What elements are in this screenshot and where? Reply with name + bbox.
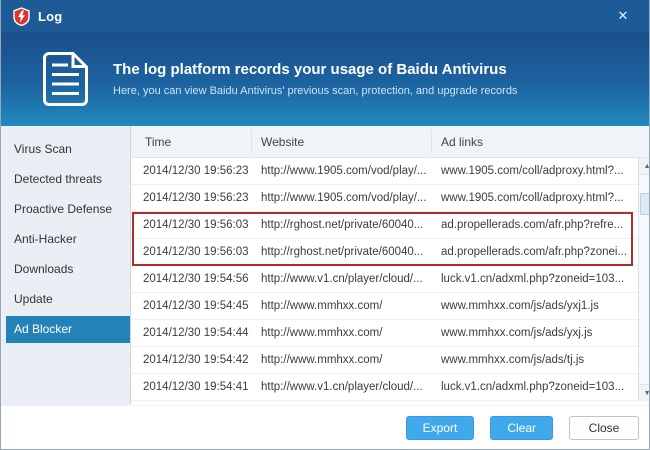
table-row[interactable]: 2014/12/30 19:54:42 http://www.mmhxx.com… — [131, 347, 649, 374]
cell-website: http://rghost.net/private/60040... — [261, 246, 424, 258]
sidebar-item-update[interactable]: Update — [6, 286, 130, 313]
banner-text: The log platform records your usage of B… — [113, 61, 517, 97]
column-separator — [251, 129, 252, 154]
close-icon[interactable]: ✕ — [611, 0, 635, 32]
cell-ad-link: www.1905.com/coll/adproxy.html?... — [441, 165, 624, 177]
sidebar-item-virus-scan[interactable]: Virus Scan — [6, 136, 130, 163]
column-header-time: Time — [145, 134, 172, 149]
table-row-highlighted[interactable]: 2014/12/30 19:56:03 http://rghost.net/pr… — [131, 239, 649, 266]
scroll-up-icon[interactable]: ▲ — [639, 158, 649, 175]
cell-ad-link: www.mmhxx.com/js/ads/tj.js — [441, 354, 585, 366]
baidu-shield-icon — [13, 6, 30, 26]
cell-website: http://www.mmhxx.com/ — [261, 300, 383, 312]
scrollbar-thumb[interactable] — [640, 193, 649, 215]
cell-website: http://www.mmhxx.com/ — [261, 327, 383, 339]
sidebar-item-downloads[interactable]: Downloads — [6, 256, 130, 283]
table-row[interactable]: 2014/12/30 19:54:56 http://www.v1.cn/pla… — [131, 266, 649, 293]
table-row[interactable]: 2014/12/30 19:54:45 http://www.mmhxx.com… — [131, 293, 649, 320]
cell-website: http://rghost.net/private/60040... — [261, 219, 424, 231]
cell-time: 2014/12/30 19:54:56 — [143, 273, 249, 285]
banner-title: The log platform records your usage of B… — [113, 61, 507, 78]
sidebar-item-label: Downloads — [14, 262, 74, 276]
sidebar-item-proactive-defense[interactable]: Proactive Defense — [6, 196, 130, 223]
window-title: Log — [38, 8, 63, 24]
banner-subtitle: Here, you can view Baidu Antivirus' prev… — [113, 85, 518, 97]
table-row-highlighted[interactable]: 2014/12/30 19:56:03 http://rghost.net/pr… — [131, 212, 649, 239]
column-header-website: Website — [261, 134, 305, 149]
cell-website: http://www.v1.cn/player/cloud/... — [261, 381, 423, 393]
cell-ad-link: ad.propellerads.com/afr.php?refre... — [441, 219, 624, 231]
cell-time: 2014/12/30 19:54:44 — [143, 327, 249, 339]
sidebar-item-label: Detected threats — [14, 172, 103, 186]
cell-time: 2014/12/30 19:56:03 — [143, 246, 249, 258]
sidebar-item-label: Virus Scan — [14, 142, 72, 156]
titlebar: Log ✕ — [1, 0, 649, 32]
sidebar: Virus Scan Detected threats Proactive De… — [1, 126, 131, 405]
cell-ad-link: www.mmhxx.com/js/ads/yxj1.js — [441, 300, 599, 312]
cell-time: 2014/12/30 19:56:23 — [143, 192, 249, 204]
sidebar-item-ad-blocker[interactable]: Ad Blocker — [6, 316, 130, 343]
log-table: Time Website Ad links 2014/12/30 19:56:2… — [131, 126, 649, 405]
sidebar-item-detected-threats[interactable]: Detected threats — [6, 166, 130, 193]
log-window: Log ✕ The log platform records your usag… — [0, 0, 650, 450]
close-button[interactable]: Close — [569, 416, 639, 440]
cell-time: 2014/12/30 19:54:45 — [143, 300, 249, 312]
content: Virus Scan Detected threats Proactive De… — [1, 126, 649, 405]
sidebar-item-anti-hacker[interactable]: Anti-Hacker — [6, 226, 130, 253]
table-row[interactable]: 2014/12/30 19:56:23 http://www.1905.com/… — [131, 185, 649, 212]
sidebar-item-label: Anti-Hacker — [14, 232, 77, 246]
sidebar-item-label: Proactive Defense — [14, 202, 113, 216]
table-row[interactable]: 2014/12/30 19:54:44 http://www.mmhxx.com… — [131, 320, 649, 347]
sidebar-item-label: Ad Blocker — [14, 322, 73, 336]
log-document-icon — [43, 52, 88, 106]
cell-website: http://www.v1.cn/player/cloud/... — [261, 273, 423, 285]
clear-button[interactable]: Clear — [490, 416, 553, 440]
footer: Export Clear Close — [1, 405, 649, 449]
table-header: Time Website Ad links — [131, 126, 649, 158]
scroll-down-icon[interactable]: ▼ — [639, 384, 649, 401]
cell-website: http://www.1905.com/vod/play/... — [261, 165, 427, 177]
cell-ad-link: luck.v1.cn/adxml.php?zoneid=103... — [441, 381, 625, 393]
cell-time: 2014/12/30 19:56:03 — [143, 219, 249, 231]
column-separator — [431, 129, 432, 154]
cell-ad-link: ad.propellerads.com/afr.php?zonei... — [441, 246, 628, 258]
cell-ad-link: www.1905.com/coll/adproxy.html?... — [441, 192, 624, 204]
cell-time: 2014/12/30 19:56:23 — [143, 165, 249, 177]
banner: The log platform records your usage of B… — [1, 32, 649, 126]
table-body: 2014/12/30 19:56:23 http://www.1905.com/… — [131, 158, 649, 401]
vertical-scrollbar[interactable]: ▲ ▼ — [638, 158, 649, 401]
cell-time: 2014/12/30 19:54:42 — [143, 354, 249, 366]
sidebar-item-label: Update — [14, 292, 53, 306]
cell-time: 2014/12/30 19:54:41 — [143, 381, 249, 393]
table-row[interactable]: 2014/12/30 19:56:23 http://www.1905.com/… — [131, 158, 649, 185]
cell-website: http://www.mmhxx.com/ — [261, 354, 383, 366]
table-row[interactable]: 2014/12/30 19:54:41 http://www.v1.cn/pla… — [131, 374, 649, 401]
cell-website: http://www.1905.com/vod/play/... — [261, 192, 427, 204]
cell-ad-link: luck.v1.cn/adxml.php?zoneid=103... — [441, 273, 625, 285]
column-header-ad-links: Ad links — [441, 134, 484, 149]
export-button[interactable]: Export — [405, 416, 475, 440]
cell-ad-link: www.mmhxx.com/js/ads/yxj.js — [441, 327, 593, 339]
